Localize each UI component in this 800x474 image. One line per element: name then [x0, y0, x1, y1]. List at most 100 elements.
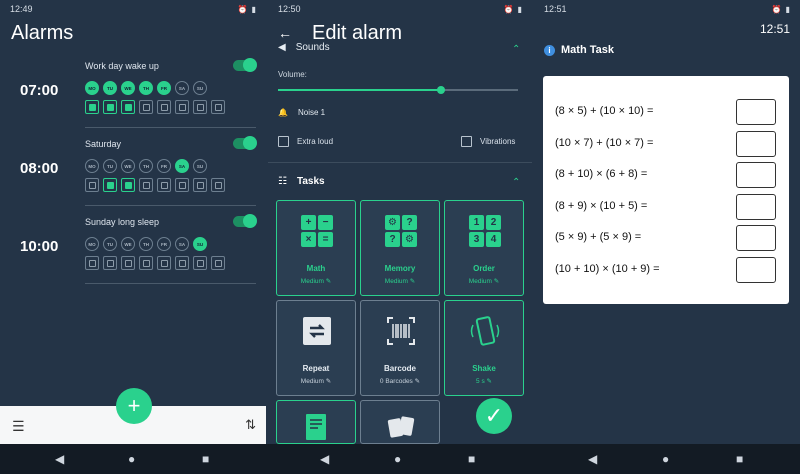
home-nav-icon[interactable]: ●	[128, 452, 135, 466]
weekday-chip[interactable]: SA	[175, 237, 189, 251]
home-nav-icon[interactable]: ●	[394, 452, 401, 466]
task-tile-math[interactable]: + − × = Math Medium ✎	[276, 200, 356, 296]
answer-input[interactable]	[736, 193, 776, 220]
weekday-chip[interactable]: FR	[157, 237, 171, 251]
task-indicator-icon	[157, 100, 171, 114]
task-tile-typing[interactable]	[276, 400, 356, 444]
task-tile-barcode[interactable]: Barcode 0 Barcodes ✎	[360, 300, 440, 396]
vibrations-checkbox[interactable]: Vibrations	[461, 136, 515, 147]
task-indicator-icon	[157, 178, 171, 192]
tasks-label: Tasks	[296, 176, 325, 187]
recents-nav-icon[interactable]: ■	[736, 452, 743, 466]
alarm-item[interactable]: 07:00 Work day wake up MO TU WE TH FR SA SU	[0, 50, 266, 128]
weekday-chip[interactable]: TU	[103, 81, 117, 95]
chevron-up-icon[interactable]: ⌃	[512, 177, 520, 188]
back-nav-icon[interactable]: ◀	[320, 452, 329, 466]
answer-input[interactable]	[736, 256, 776, 283]
task-title: Math Task	[561, 44, 614, 56]
task-indicator-icon	[175, 178, 189, 192]
back-nav-icon[interactable]: ◀	[588, 452, 597, 466]
checkbox-box[interactable]	[461, 136, 472, 147]
task-indicator-icon	[211, 178, 225, 192]
task-indicator-icon	[211, 100, 225, 114]
home-nav-icon[interactable]: ●	[662, 452, 669, 466]
task-tile-memory[interactable]: ⚙?? ⚙ Memory Medium ✎	[360, 200, 440, 296]
weekday-chip[interactable]: TH	[139, 81, 153, 95]
extra-loud-label: Extra loud	[297, 137, 334, 146]
tile-name: Shake	[472, 364, 496, 373]
chevron-up-icon[interactable]: ⌃	[512, 44, 520, 55]
task-indicator-icon	[193, 256, 207, 270]
task-indicator-icon	[139, 100, 153, 114]
weekday-chip[interactable]: FR	[157, 159, 171, 173]
answer-input[interactable]	[736, 225, 776, 251]
back-arrow-icon[interactable]: ←	[278, 25, 312, 41]
back-nav-icon[interactable]: ◀	[55, 452, 64, 466]
sound-selector[interactable]: 🔔 Noise 1	[278, 108, 325, 117]
task-indicator-icon	[121, 100, 135, 114]
weekday-chip[interactable]: TU	[103, 159, 117, 173]
task-indicator-icon	[121, 178, 135, 192]
task-tile-shake[interactable]: Shake 5 s ✎	[444, 300, 524, 396]
list-icon: ☷	[278, 176, 287, 187]
answer-input[interactable]	[736, 99, 776, 125]
recents-nav-icon[interactable]: ■	[202, 452, 209, 466]
volume-slider[interactable]	[278, 86, 518, 94]
equation-text: (10 + 10) × (10 + 9) =	[555, 262, 660, 275]
task-tile-cards[interactable]	[360, 400, 440, 444]
hamburger-menu-icon[interactable]: ☰	[12, 418, 25, 435]
weekday-chip[interactable]: SA	[175, 81, 189, 95]
weekday-chip[interactable]: SA	[175, 159, 189, 173]
divider	[268, 162, 532, 163]
task-indicator-icon	[103, 100, 117, 114]
weekday-chip[interactable]: WE	[121, 237, 135, 251]
pencil-icon: ✎	[493, 278, 500, 285]
weekday-chip[interactable]: SU	[193, 81, 207, 95]
alarm-toggle[interactable]	[233, 136, 257, 150]
tile-name: Math	[306, 264, 326, 273]
barcode-icon	[385, 315, 417, 347]
volume-slider-handle[interactable]	[437, 86, 446, 94]
task-indicator-icon	[139, 178, 153, 192]
sounds-section-header[interactable]: ◀ Sounds	[278, 42, 330, 53]
checkbox-box[interactable]	[278, 136, 289, 147]
sort-icon[interactable]: ⇅	[245, 417, 256, 433]
alarm-time: 10:00	[20, 238, 59, 255]
answer-input[interactable]	[736, 130, 776, 157]
info-icon[interactable]: i	[544, 44, 555, 56]
task-indicator-icon	[157, 256, 171, 270]
extra-loud-checkbox[interactable]: Extra loud	[278, 136, 333, 147]
tasks-section-header[interactable]: ☷ Tasks	[278, 176, 325, 187]
weekday-chip[interactable]: WE	[121, 159, 135, 173]
status-icons: ⏰ ▮	[772, 5, 790, 14]
alarm-toggle[interactable]	[233, 58, 257, 72]
weekday-chip[interactable]: SU	[193, 237, 207, 251]
confirm-check-button[interactable]: ✓	[476, 398, 512, 434]
task-tile-repeat[interactable]: Repeat Medium ✎	[276, 300, 356, 396]
alarm-toggle[interactable]	[233, 214, 257, 228]
system-navigation-bar: ◀ ● ■ ◀ ● ■ ◀ ● ■	[0, 444, 800, 474]
weekday-chip[interactable]: FR	[157, 81, 171, 95]
task-tile-order[interactable]: 1234 Order Medium ✎	[444, 200, 524, 296]
task-indicator-icon	[211, 256, 225, 270]
weekday-chip[interactable]: TH	[139, 159, 153, 173]
alarm-item[interactable]: 10:00 Sunday long sleep MO TU WE TH FR SA SU	[0, 206, 266, 284]
pencil-icon: ✎	[325, 278, 332, 285]
weekday-chip[interactable]: MO	[85, 237, 99, 251]
add-alarm-button[interactable]: +	[116, 388, 152, 424]
weekday-chip[interactable]: MO	[85, 159, 99, 173]
battery-icon: ▮	[517, 4, 522, 14]
tile-name: Repeat	[302, 364, 330, 373]
equation-text: (5 × 9) + (5 × 9) =	[555, 231, 642, 243]
alarm-item[interactable]: 08:00 Saturday MO TU WE TH FR SA SU	[0, 128, 266, 206]
alarm-time: 07:00	[20, 82, 59, 99]
answer-input[interactable]	[736, 162, 776, 188]
equation-text: (8 × 5) + (10 × 10) =	[555, 105, 654, 117]
task-indicator-icon	[121, 256, 135, 270]
recents-nav-icon[interactable]: ■	[468, 452, 475, 466]
weekday-chip[interactable]: TU	[103, 237, 117, 251]
weekday-chip[interactable]: MO	[85, 81, 99, 95]
weekday-chip[interactable]: SU	[193, 159, 207, 173]
weekday-chip[interactable]: TH	[139, 237, 153, 251]
weekday-chip[interactable]: WE	[121, 81, 135, 95]
